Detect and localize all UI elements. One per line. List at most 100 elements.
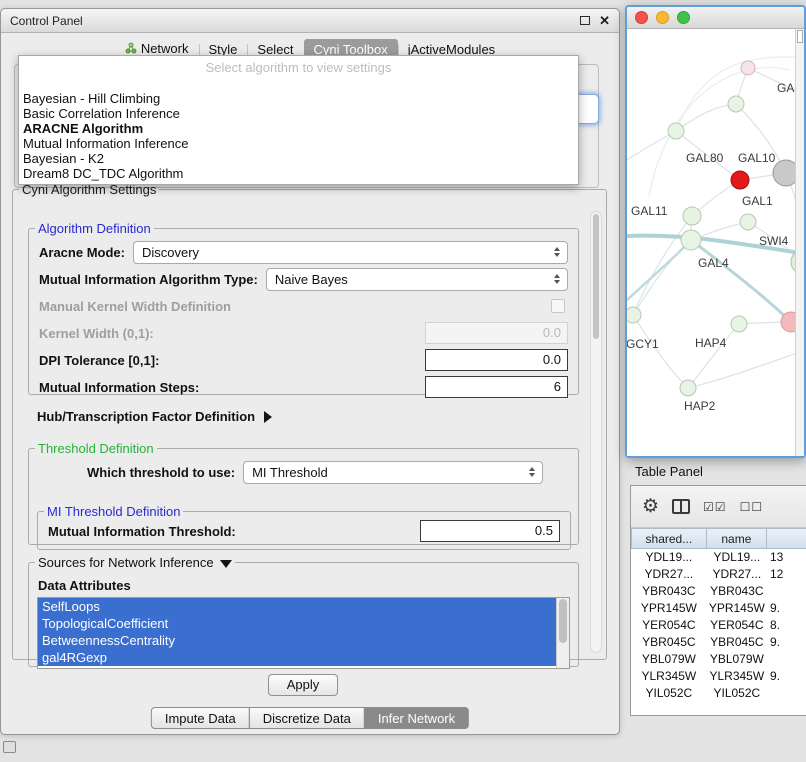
table-row[interactable]: YLR345WYLR345W9. bbox=[631, 668, 806, 685]
sources-title[interactable]: Sources for Network Inference bbox=[35, 555, 235, 570]
minimize-traffic-light[interactable] bbox=[656, 11, 669, 24]
network-edge[interactable] bbox=[688, 350, 804, 388]
table-cell: YLR345W bbox=[707, 668, 767, 685]
collapse-down-icon[interactable] bbox=[220, 560, 232, 568]
node-label: GAL80 bbox=[686, 151, 724, 165]
network-node[interactable] bbox=[683, 207, 701, 225]
algorithm-option-basic-correlation-inference[interactable]: Basic Correlation Inference bbox=[19, 106, 578, 121]
network-node[interactable] bbox=[731, 316, 747, 332]
algorithm-option-mutual-information-inference[interactable]: Mutual Information Inference bbox=[19, 136, 578, 151]
algorithm-option-bayesian-k2[interactable]: Bayesian - K2 bbox=[19, 151, 578, 166]
kernel-width-field: 0.0 bbox=[425, 322, 568, 344]
table-row[interactable]: YDL19...YDL19...13 bbox=[631, 549, 806, 566]
which-threshold-select[interactable]: MI Threshold bbox=[243, 461, 543, 484]
close-traffic-light[interactable] bbox=[635, 11, 648, 24]
node-label: GAL4 bbox=[698, 256, 729, 270]
table-row[interactable]: YIL052CYIL052C bbox=[631, 685, 806, 702]
network-edge[interactable] bbox=[676, 104, 736, 131]
network-node[interactable] bbox=[681, 230, 701, 250]
table-row[interactable]: YER054CYER054C8. bbox=[631, 617, 806, 634]
table-body: YDL19...YDL19...13YDR27...YDR27...12YBR0… bbox=[631, 549, 806, 702]
bottom-tab-discretize-data[interactable]: Discretize Data bbox=[249, 707, 365, 729]
minimized-panel-icon[interactable] bbox=[3, 741, 16, 753]
algorithm-option-aracne-algorithm[interactable]: ARACNE Algorithm bbox=[19, 121, 578, 136]
algorithm-dropdown-popup: Select algorithm to view settings Bayesi… bbox=[18, 55, 579, 185]
node-label: GAL11 bbox=[631, 204, 668, 218]
table-cell: 8. bbox=[767, 617, 806, 634]
float-window-icon[interactable] bbox=[580, 16, 590, 25]
mi-steps-field[interactable]: 6 bbox=[425, 376, 568, 398]
select-all-checkboxes-icon[interactable]: ☑☑ bbox=[703, 500, 727, 514]
aracne-mode-label: Aracne Mode: bbox=[39, 245, 125, 260]
table-header-cell[interactable] bbox=[767, 528, 806, 549]
dpi-tolerance-field[interactable]: 0.0 bbox=[425, 349, 568, 371]
network-node[interactable] bbox=[627, 307, 641, 323]
table-header-row: shared...name bbox=[631, 528, 806, 549]
algorithm-option-dream8-dc-tdc-algorithm[interactable]: Dream8 DC_TDC Algorithm bbox=[19, 166, 578, 181]
table-row[interactable]: YPR145WYPR145W9. bbox=[631, 600, 806, 617]
network-node[interactable] bbox=[680, 380, 696, 396]
scrollbar-thumb[interactable] bbox=[797, 30, 803, 43]
table-row[interactable]: YBL079WYBL079W bbox=[631, 651, 806, 668]
combo-arrows-icon bbox=[529, 467, 535, 477]
table-row[interactable]: YBR043CYBR043C bbox=[631, 583, 806, 600]
algorithm-option-list: Bayesian - Hill ClimbingBasic Correlatio… bbox=[19, 91, 578, 181]
gear-icon[interactable]: ⚙ bbox=[642, 497, 659, 516]
network-edge[interactable] bbox=[688, 324, 739, 388]
network-edge[interactable] bbox=[633, 240, 691, 315]
threshold-definition-group: Threshold Definition Which threshold to … bbox=[28, 441, 579, 545]
network-node[interactable] bbox=[668, 123, 684, 139]
network-canvas[interactable]: GALGAL80GAL10GAL11GAL1SWI4GAL4GCY1HAP4HA… bbox=[627, 29, 804, 456]
close-icon[interactable]: ✕ bbox=[599, 14, 610, 27]
table-header-cell[interactable]: shared... bbox=[631, 528, 707, 549]
attribute-list-item[interactable]: TopologicalCoefficient bbox=[38, 615, 556, 632]
manual-kernel-width-checkbox[interactable] bbox=[551, 299, 565, 313]
columns-icon[interactable] bbox=[672, 499, 690, 514]
mi-threshold-definition-group: MI Threshold Definition Mutual Informati… bbox=[37, 504, 571, 550]
table-cell bbox=[767, 685, 806, 702]
aracne-mode-row: Aracne Mode: Discovery bbox=[39, 241, 568, 263]
table-row[interactable]: YBR045CYBR045C9. bbox=[631, 634, 806, 651]
expand-right-icon[interactable] bbox=[264, 411, 272, 423]
network-scrollbar[interactable] bbox=[795, 29, 804, 456]
mi-threshold-label: Mutual Information Threshold: bbox=[48, 524, 236, 539]
network-edge[interactable] bbox=[691, 240, 791, 322]
attribute-list-item[interactable]: SelfLoops bbox=[38, 598, 556, 615]
attribute-list[interactable]: SelfLoopsTopologicalCoefficientBetweenne… bbox=[37, 597, 570, 669]
scrollbar-thumb[interactable] bbox=[593, 214, 599, 339]
network-edge[interactable] bbox=[633, 315, 688, 388]
table-header-cell[interactable]: name bbox=[707, 528, 767, 549]
hub-definition-toggle[interactable]: Hub/Transcription Factor Definition bbox=[37, 409, 272, 424]
table-row[interactable]: YDR27...YDR27...12 bbox=[631, 566, 806, 583]
control-panel-titlebar[interactable]: Control Panel ✕ bbox=[1, 9, 619, 33]
scrollbar-thumb[interactable] bbox=[559, 599, 567, 643]
mi-threshold-field[interactable]: 0.5 bbox=[420, 520, 560, 542]
attribute-list-item[interactable]: gal4RGexp bbox=[38, 649, 556, 666]
mi-algorithm-type-select[interactable]: Naive Bayes bbox=[266, 268, 568, 291]
window-title: Control Panel bbox=[10, 14, 83, 28]
table-cell: YBR043C bbox=[707, 583, 767, 600]
aracne-mode-select[interactable]: Discovery bbox=[133, 241, 568, 264]
zoom-traffic-light[interactable] bbox=[677, 11, 690, 24]
attribute-list-item[interactable]: BetweennessCentrality bbox=[38, 632, 556, 649]
network-node[interactable] bbox=[740, 214, 756, 230]
network-node[interactable] bbox=[731, 171, 749, 189]
network-edge[interactable] bbox=[627, 131, 676, 160]
network-edge[interactable] bbox=[627, 240, 691, 300]
mi-type-row: Mutual Information Algorithm Type: Naive… bbox=[39, 268, 568, 290]
deselect-all-checkboxes-icon[interactable]: ☐☐ bbox=[740, 500, 764, 514]
network-view-window: GALGAL80GAL10GAL11GAL1SWI4GAL4GCY1HAP4HA… bbox=[625, 5, 806, 458]
which-threshold-value: MI Threshold bbox=[252, 465, 328, 480]
algorithm-option-bayesian-hill-climbing[interactable]: Bayesian - Hill Climbing bbox=[19, 91, 578, 106]
combo-arrows-icon bbox=[554, 274, 560, 284]
network-window-titlebar[interactable] bbox=[627, 7, 804, 29]
table-cell: YBR043C bbox=[631, 583, 707, 600]
settings-scrollbar[interactable] bbox=[590, 211, 602, 653]
bottom-tab-infer-network[interactable]: Infer Network bbox=[364, 707, 469, 729]
network-node[interactable] bbox=[741, 61, 755, 75]
bottom-tab-impute-data[interactable]: Impute Data bbox=[151, 707, 250, 729]
network-node[interactable] bbox=[728, 96, 744, 112]
attribute-list-scrollbar[interactable] bbox=[556, 598, 569, 668]
which-threshold-row: Which threshold to use: MI Threshold bbox=[87, 461, 568, 483]
apply-button[interactable]: Apply bbox=[268, 674, 338, 696]
